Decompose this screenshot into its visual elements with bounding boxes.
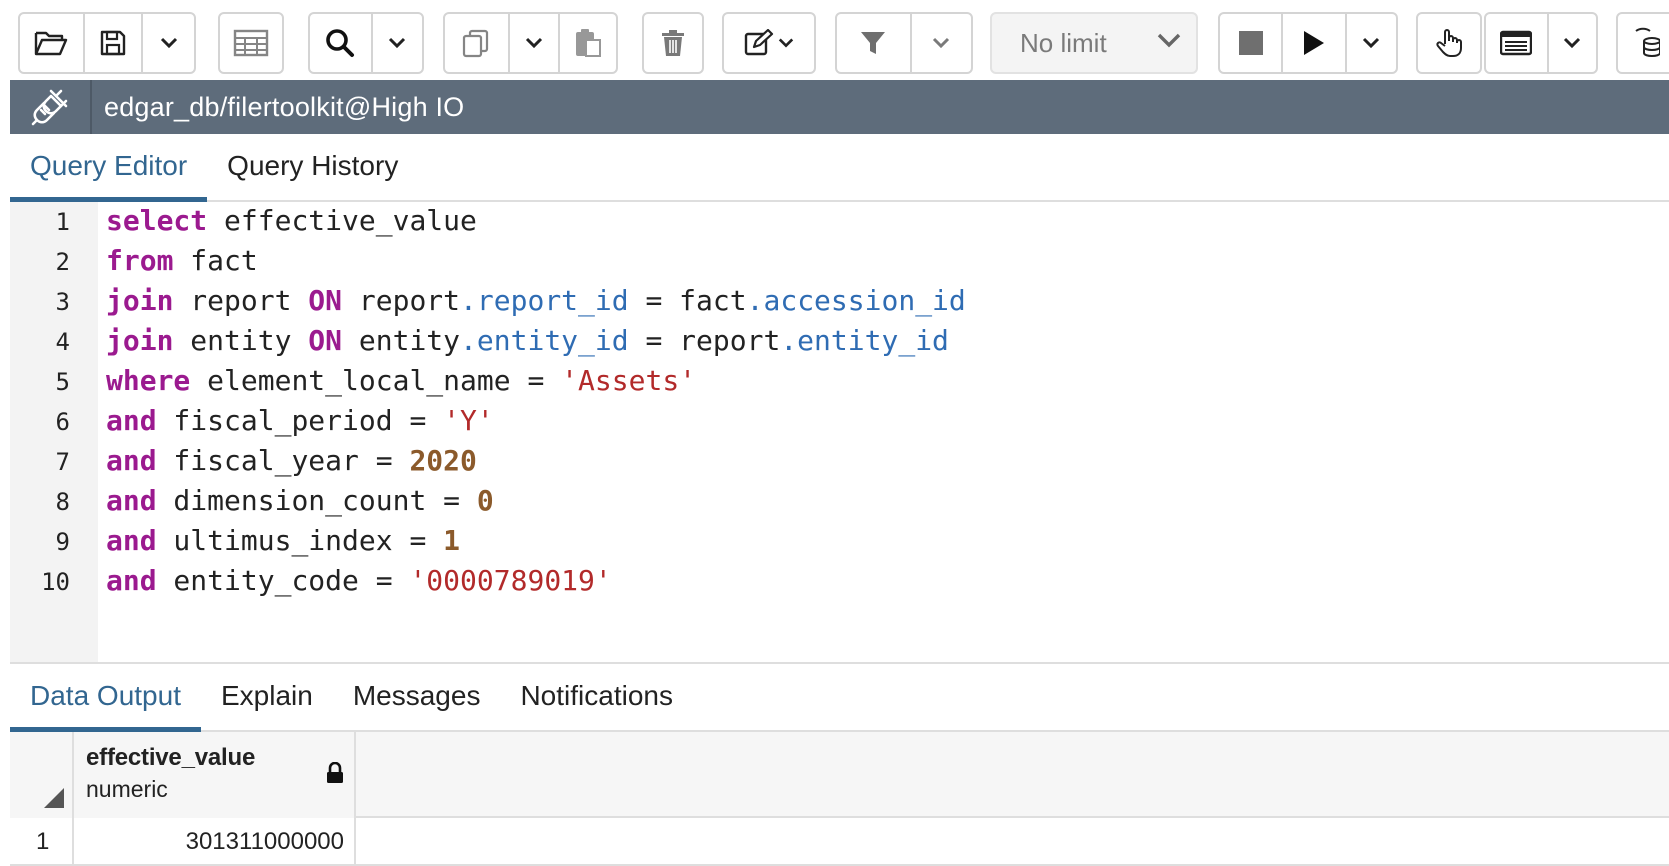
edit-button[interactable]: [722, 12, 816, 74]
stop-icon: [1238, 31, 1263, 55]
code-line: where element_local_name = 'Assets': [106, 364, 697, 397]
plug-disconnected-icon: [31, 89, 68, 126]
line-number: 5: [55, 368, 70, 396]
chevron-down-icon: [525, 37, 542, 49]
filter-icon: [861, 32, 886, 54]
save-dropdown-button[interactable]: [141, 14, 194, 72]
line-number-gutter: 1 2 3 4 5 6 7 8 9 10: [10, 202, 98, 662]
find-dropdown-button[interactable]: [370, 14, 422, 72]
chevron-down-icon: [1564, 37, 1581, 49]
grid-header: effective_value numeric: [10, 732, 1669, 818]
row-limit-select[interactable]: No limit: [990, 12, 1198, 74]
code-line: join entity ON entity.entity_id = report…: [106, 324, 949, 357]
folder-open-icon: [35, 31, 68, 56]
copy-paste-group: [443, 12, 618, 74]
select-all-cell[interactable]: [10, 732, 74, 818]
code-line: from fact: [106, 244, 258, 277]
table-row[interactable]: 1 301311000000: [10, 818, 1669, 866]
connection-label: edgar_db/filertoolkit@High IO: [104, 91, 465, 122]
row-limit-value: No limit: [1020, 27, 1107, 58]
execute-button[interactable]: [1281, 14, 1344, 72]
save-icon: [100, 30, 126, 56]
macros-button[interactable]: [1486, 14, 1547, 72]
line-number: 10: [41, 568, 70, 596]
chevron-down-icon: [778, 38, 794, 48]
code-line: and ultimus_index = 1: [106, 524, 461, 557]
line-number: 9: [55, 528, 70, 556]
copy-dropdown-button[interactable]: [507, 14, 559, 72]
tab-query-history[interactable]: Query History: [207, 132, 418, 200]
save-file-button[interactable]: [82, 14, 142, 72]
edit-icon: [744, 29, 774, 56]
macros-button-group: [1484, 12, 1598, 74]
code-line: join report ON report.report_id = fact.a…: [106, 284, 966, 317]
chevron-down-icon: [389, 37, 406, 49]
find-button[interactable]: [310, 14, 371, 72]
line-number: 4: [55, 328, 70, 356]
filter-dropdown-button[interactable]: [909, 14, 971, 72]
play-icon: [1303, 31, 1324, 55]
find-button-group: [308, 12, 424, 74]
code-line: and entity_code = '0000789019': [106, 564, 612, 597]
editor-tabs: Query Editor Query History: [10, 134, 1669, 202]
toolbar: No limit: [0, 0, 1669, 80]
stop-button[interactable]: [1220, 14, 1281, 72]
explain-button[interactable]: [1416, 12, 1482, 74]
search-icon: [326, 29, 355, 57]
database-refresh-icon: [1635, 27, 1660, 58]
file-button-group: [18, 12, 196, 74]
line-number: 3: [55, 288, 70, 316]
list-icon: [1500, 30, 1533, 56]
execute-button-group: [1218, 12, 1398, 74]
paste-button[interactable]: [558, 14, 616, 72]
hand-pointer-icon: [1436, 29, 1462, 57]
column-name: effective_value: [86, 744, 256, 771]
view-data-button[interactable]: [218, 12, 284, 74]
column-type: numeric: [86, 776, 168, 802]
column-header[interactable]: effective_value numeric: [74, 732, 356, 818]
output-tabs: Data Output Explain Messages Notificatio…: [10, 664, 1669, 732]
lock-icon: [327, 762, 343, 783]
download-button[interactable]: [1616, 12, 1669, 74]
chevron-down-icon: [1363, 37, 1380, 49]
filter-button-group: [835, 12, 973, 74]
delete-button[interactable]: [642, 12, 704, 74]
line-number: 1: [55, 208, 70, 236]
code-line: and fiscal_year = 2020: [106, 444, 477, 477]
code-line: and fiscal_period = 'Y': [106, 404, 494, 437]
code-line: select effective_value: [106, 204, 477, 237]
macros-dropdown-button[interactable]: [1546, 14, 1596, 72]
table-icon: [233, 29, 269, 57]
connection-status-button[interactable]: [10, 80, 92, 134]
filter-button[interactable]: [837, 14, 910, 72]
trash-icon: [662, 30, 684, 56]
row-number[interactable]: 1: [10, 818, 74, 866]
tab-data-output[interactable]: Data Output: [10, 662, 201, 732]
chevron-down-icon: [1157, 33, 1181, 48]
tab-query-editor[interactable]: Query Editor: [10, 132, 208, 202]
paste-icon: [576, 29, 602, 57]
line-number: 7: [55, 448, 70, 476]
tab-explain[interactable]: Explain: [201, 662, 333, 730]
line-number: 2: [55, 248, 70, 276]
corner-triangle-icon: [44, 788, 64, 808]
results-grid: effective_value numeric 1 301311000000: [10, 732, 1669, 866]
chevron-down-icon: [933, 37, 950, 49]
sql-editor[interactable]: 1 2 3 4 5 6 7 8 9 10 select effective_va…: [10, 202, 1669, 664]
code-line: and dimension_count = 0: [106, 484, 494, 517]
line-number: 8: [55, 488, 70, 516]
connection-bar: edgar_db/filertoolkit@High IO: [10, 80, 1669, 134]
open-file-button[interactable]: [20, 14, 83, 72]
line-number: 6: [55, 408, 70, 436]
execute-dropdown-button[interactable]: [1344, 14, 1396, 72]
table-cell[interactable]: 301311000000: [74, 818, 356, 866]
chevron-down-icon: [160, 37, 177, 49]
copy-button[interactable]: [445, 14, 508, 72]
tab-notifications[interactable]: Notifications: [500, 662, 693, 730]
tab-messages[interactable]: Messages: [333, 662, 501, 730]
copy-icon: [463, 29, 489, 58]
